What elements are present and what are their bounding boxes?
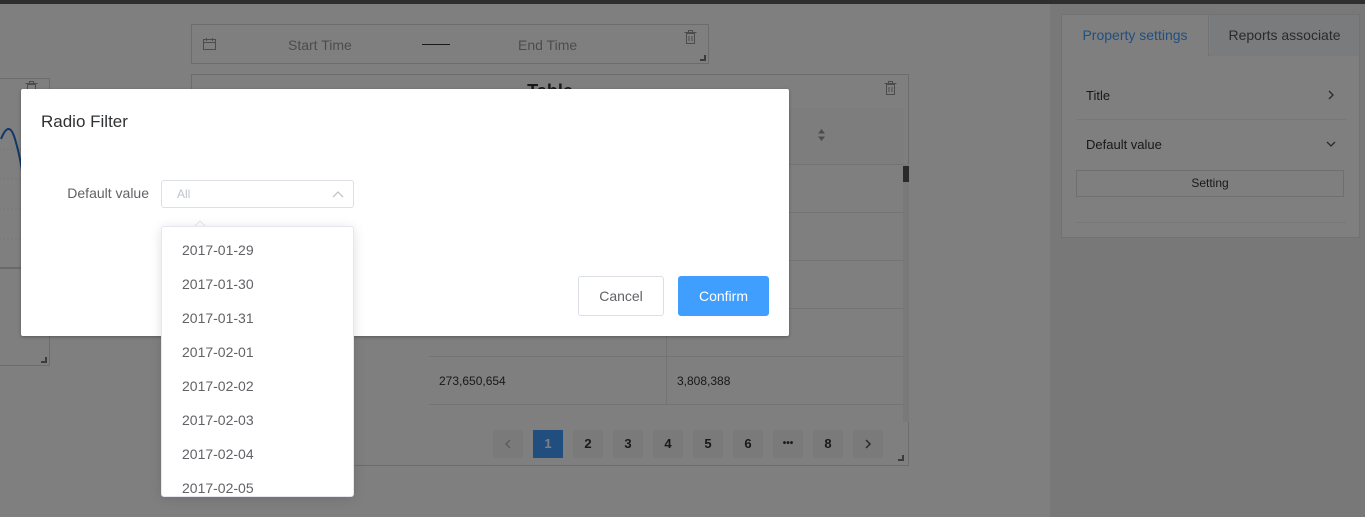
confirm-button[interactable]: Confirm bbox=[678, 276, 769, 316]
dropdown-option[interactable]: 2017-02-01 bbox=[162, 335, 353, 369]
dropdown-option[interactable]: 2017-02-05 bbox=[162, 471, 353, 496]
cancel-button[interactable]: Cancel bbox=[578, 276, 664, 316]
dropdown-option-list: 2017-01-29 2017-01-30 2017-01-31 2017-02… bbox=[162, 227, 353, 496]
default-value-dropdown: 2017-01-29 2017-01-30 2017-01-31 2017-02… bbox=[161, 226, 354, 497]
dialog-title: Radio Filter bbox=[41, 112, 128, 131]
dropdown-option[interactable]: 2017-02-02 bbox=[162, 369, 353, 403]
dropdown-option[interactable]: 2017-02-03 bbox=[162, 403, 353, 437]
chevron-up-icon bbox=[332, 191, 344, 198]
dropdown-option[interactable]: 2017-01-31 bbox=[162, 301, 353, 335]
dropdown-option[interactable]: 2017-01-30 bbox=[162, 267, 353, 301]
radio-filter-dialog: Radio Filter Default value All Cancel Co… bbox=[21, 89, 789, 336]
default-value-label: Default value bbox=[67, 185, 149, 201]
dropdown-option[interactable]: 2017-02-04 bbox=[162, 437, 353, 471]
default-value-select[interactable]: All bbox=[161, 180, 354, 208]
select-placeholder: All bbox=[177, 187, 191, 201]
dropdown-option[interactable]: 2017-01-29 bbox=[162, 233, 353, 267]
